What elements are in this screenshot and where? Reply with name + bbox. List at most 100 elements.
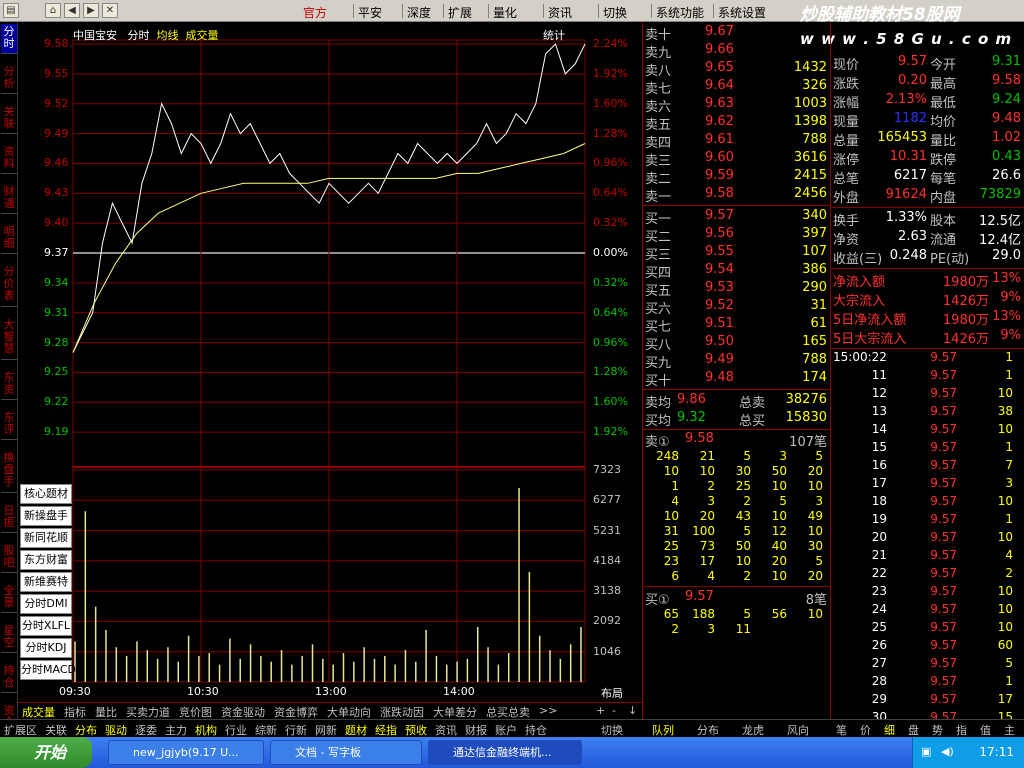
- menu-item[interactable]: 官方: [303, 4, 327, 21]
- order-panel-tab[interactable]: 龙虎: [742, 722, 764, 738]
- bottom-tab[interactable]: 切换: [601, 722, 623, 738]
- left-tab[interactable]: 星空: [1, 623, 17, 653]
- chart-tab-control[interactable]: ↓: [628, 704, 637, 717]
- indicator-shortcut-button[interactable]: 核心题材: [20, 484, 72, 504]
- left-tab[interactable]: 分析: [1, 64, 17, 94]
- stats-button[interactable]: 统计: [543, 27, 565, 43]
- chart-tab-control[interactable]: +: [596, 704, 605, 717]
- indicator-shortcut-button[interactable]: 新同花顺: [20, 528, 72, 548]
- left-tab[interactable]: 换盘手: [1, 450, 17, 493]
- indicator-shortcut-button[interactable]: 东方财富: [20, 550, 72, 570]
- quote-panel-tab[interactable]: 主: [1004, 722, 1015, 738]
- chart-tab[interactable]: 资金驱动: [221, 704, 265, 720]
- order-level-volume: 1432: [793, 60, 827, 75]
- indicator-shortcut-button[interactable]: 新操盘手: [20, 506, 72, 526]
- quote-panel-tab[interactable]: 笔: [836, 722, 847, 738]
- windows-taskbar: 开始 new_jgjyb(9.17 U... 文档 - 写字板 通达信金融终端机..…: [0, 737, 1024, 768]
- indicator-shortcut-button[interactable]: 分时XLFL: [20, 616, 72, 636]
- order-panel-tab[interactable]: 队列: [652, 722, 674, 738]
- order-average-row: 卖均 9.86 总卖 38276: [645, 392, 829, 411]
- chart-tab[interactable]: 大单差分: [433, 704, 477, 720]
- network-icon[interactable]: ▣: [921, 745, 931, 758]
- menu-item[interactable]: 系统设置: [718, 4, 766, 21]
- indicator-shortcut-button[interactable]: 新维赛特: [20, 572, 72, 592]
- chart-tab[interactable]: 总买总卖: [486, 704, 530, 720]
- chart-tab[interactable]: 大单动向: [327, 704, 371, 720]
- chart-tab[interactable]: 指标: [64, 704, 86, 720]
- queue-volume-cell: 43: [735, 509, 751, 523]
- bottom-tab[interactable]: 关联: [45, 722, 67, 738]
- quote-panel-tab[interactable]: 细: [884, 722, 895, 738]
- chart-tab[interactable]: 竞价图: [179, 704, 212, 720]
- order-panel-tab[interactable]: 风向: [787, 722, 809, 738]
- chart-tab[interactable]: 资金博弈: [274, 704, 318, 720]
- indicator-shortcut-button[interactable]: 分时DMI: [20, 594, 72, 614]
- menu-item[interactable]: 平安: [358, 4, 382, 21]
- left-tab[interactable]: 股吧: [1, 543, 17, 573]
- bottom-tab[interactable]: 机构: [195, 722, 217, 738]
- chart-tab-control[interactable]: -: [612, 704, 616, 717]
- bottom-tab[interactable]: 行业: [225, 722, 247, 738]
- taskbar-window-button[interactable]: new_jgjyb(9.17 U...: [108, 740, 264, 765]
- menu-item[interactable]: 深度: [407, 4, 431, 21]
- left-tab[interactable]: 东资: [1, 370, 17, 400]
- bottom-tab[interactable]: 网新: [315, 722, 337, 738]
- left-tab[interactable]: 分时: [1, 24, 17, 54]
- left-tab[interactable]: 全景: [1, 583, 17, 613]
- chart-tab[interactable]: 涨跌动因: [380, 704, 424, 720]
- left-tab[interactable]: 分价表: [1, 264, 17, 307]
- bottom-tab[interactable]: 经指: [375, 722, 397, 738]
- bottom-tab[interactable]: 逐委: [135, 722, 157, 738]
- taskbar-window-button[interactable]: 通达信金融终端机...: [428, 740, 582, 765]
- volume-icon[interactable]: ◀): [941, 745, 954, 758]
- bottom-tab[interactable]: 行新: [285, 722, 307, 738]
- left-tab[interactable]: 大智慧: [1, 317, 17, 360]
- left-tab[interactable]: 东评: [1, 410, 17, 440]
- intraday-chart[interactable]: [18, 22, 642, 702]
- quote-panel-tab[interactable]: 势: [932, 722, 943, 738]
- indicator-shortcut-button[interactable]: 分时KDJ: [20, 638, 72, 658]
- left-tab[interactable]: 资料: [1, 144, 17, 174]
- left-tab[interactable]: 财通: [1, 184, 17, 214]
- chart-tab[interactable]: 成交量: [22, 704, 55, 720]
- menu-item[interactable]: 切换: [603, 4, 627, 21]
- quote-panel-tab[interactable]: 值: [980, 722, 991, 738]
- bottom-tab[interactable]: 驱动: [105, 722, 127, 738]
- menu-item[interactable]: 资讯: [548, 4, 572, 21]
- layout-button[interactable]: 布局: [601, 685, 623, 701]
- app-menu-icon[interactable]: ▤: [3, 3, 19, 18]
- start-button[interactable]: 开始: [0, 737, 92, 768]
- bottom-tab[interactable]: 主力: [165, 722, 187, 738]
- quote-panel-tab[interactable]: 盘: [908, 722, 919, 738]
- quote-panel-tab[interactable]: 指: [956, 722, 967, 738]
- bottom-tab[interactable]: 分布: [75, 722, 97, 738]
- bottom-tab[interactable]: 持仓: [525, 722, 547, 738]
- chart-tab[interactable]: >>: [539, 704, 557, 717]
- home-icon[interactable]: ⌂: [45, 3, 61, 18]
- indicator-shortcut-button[interactable]: 分时MACD: [20, 660, 76, 680]
- menu-item[interactable]: 系统功能: [656, 4, 704, 21]
- left-tab[interactable]: 关联: [1, 104, 17, 134]
- chart-tab[interactable]: 量比: [95, 704, 117, 720]
- left-tab[interactable]: 日振: [1, 503, 17, 533]
- menu-item[interactable]: 扩展: [448, 4, 472, 21]
- left-tab[interactable]: 持仓: [1, 663, 17, 693]
- taskbar-window-button[interactable]: 文档 - 写字板: [270, 740, 422, 765]
- percent-axis-label: 1.60%: [593, 395, 628, 409]
- bottom-tab[interactable]: 账户: [495, 722, 517, 738]
- chart-tab[interactable]: 买卖力道: [126, 704, 170, 720]
- order-panel-tab[interactable]: 分布: [697, 722, 719, 738]
- bottom-tab[interactable]: 预收: [405, 722, 427, 738]
- quote-panel-tab[interactable]: 价: [860, 722, 871, 738]
- forward-icon[interactable]: ▶: [83, 3, 99, 18]
- bottom-tab[interactable]: 综新: [255, 722, 277, 738]
- back-icon[interactable]: ◀: [64, 3, 80, 18]
- tick-price: 9.57: [930, 530, 957, 544]
- menu-item[interactable]: 量化: [493, 4, 517, 21]
- bottom-tab[interactable]: 财报: [465, 722, 487, 738]
- bottom-tab[interactable]: 题材: [345, 722, 367, 738]
- bottom-tab[interactable]: 扩展区: [4, 722, 37, 738]
- left-tab[interactable]: 明细: [1, 224, 17, 254]
- close-icon[interactable]: ✕: [102, 3, 118, 18]
- bottom-tab[interactable]: 资讯: [435, 722, 457, 738]
